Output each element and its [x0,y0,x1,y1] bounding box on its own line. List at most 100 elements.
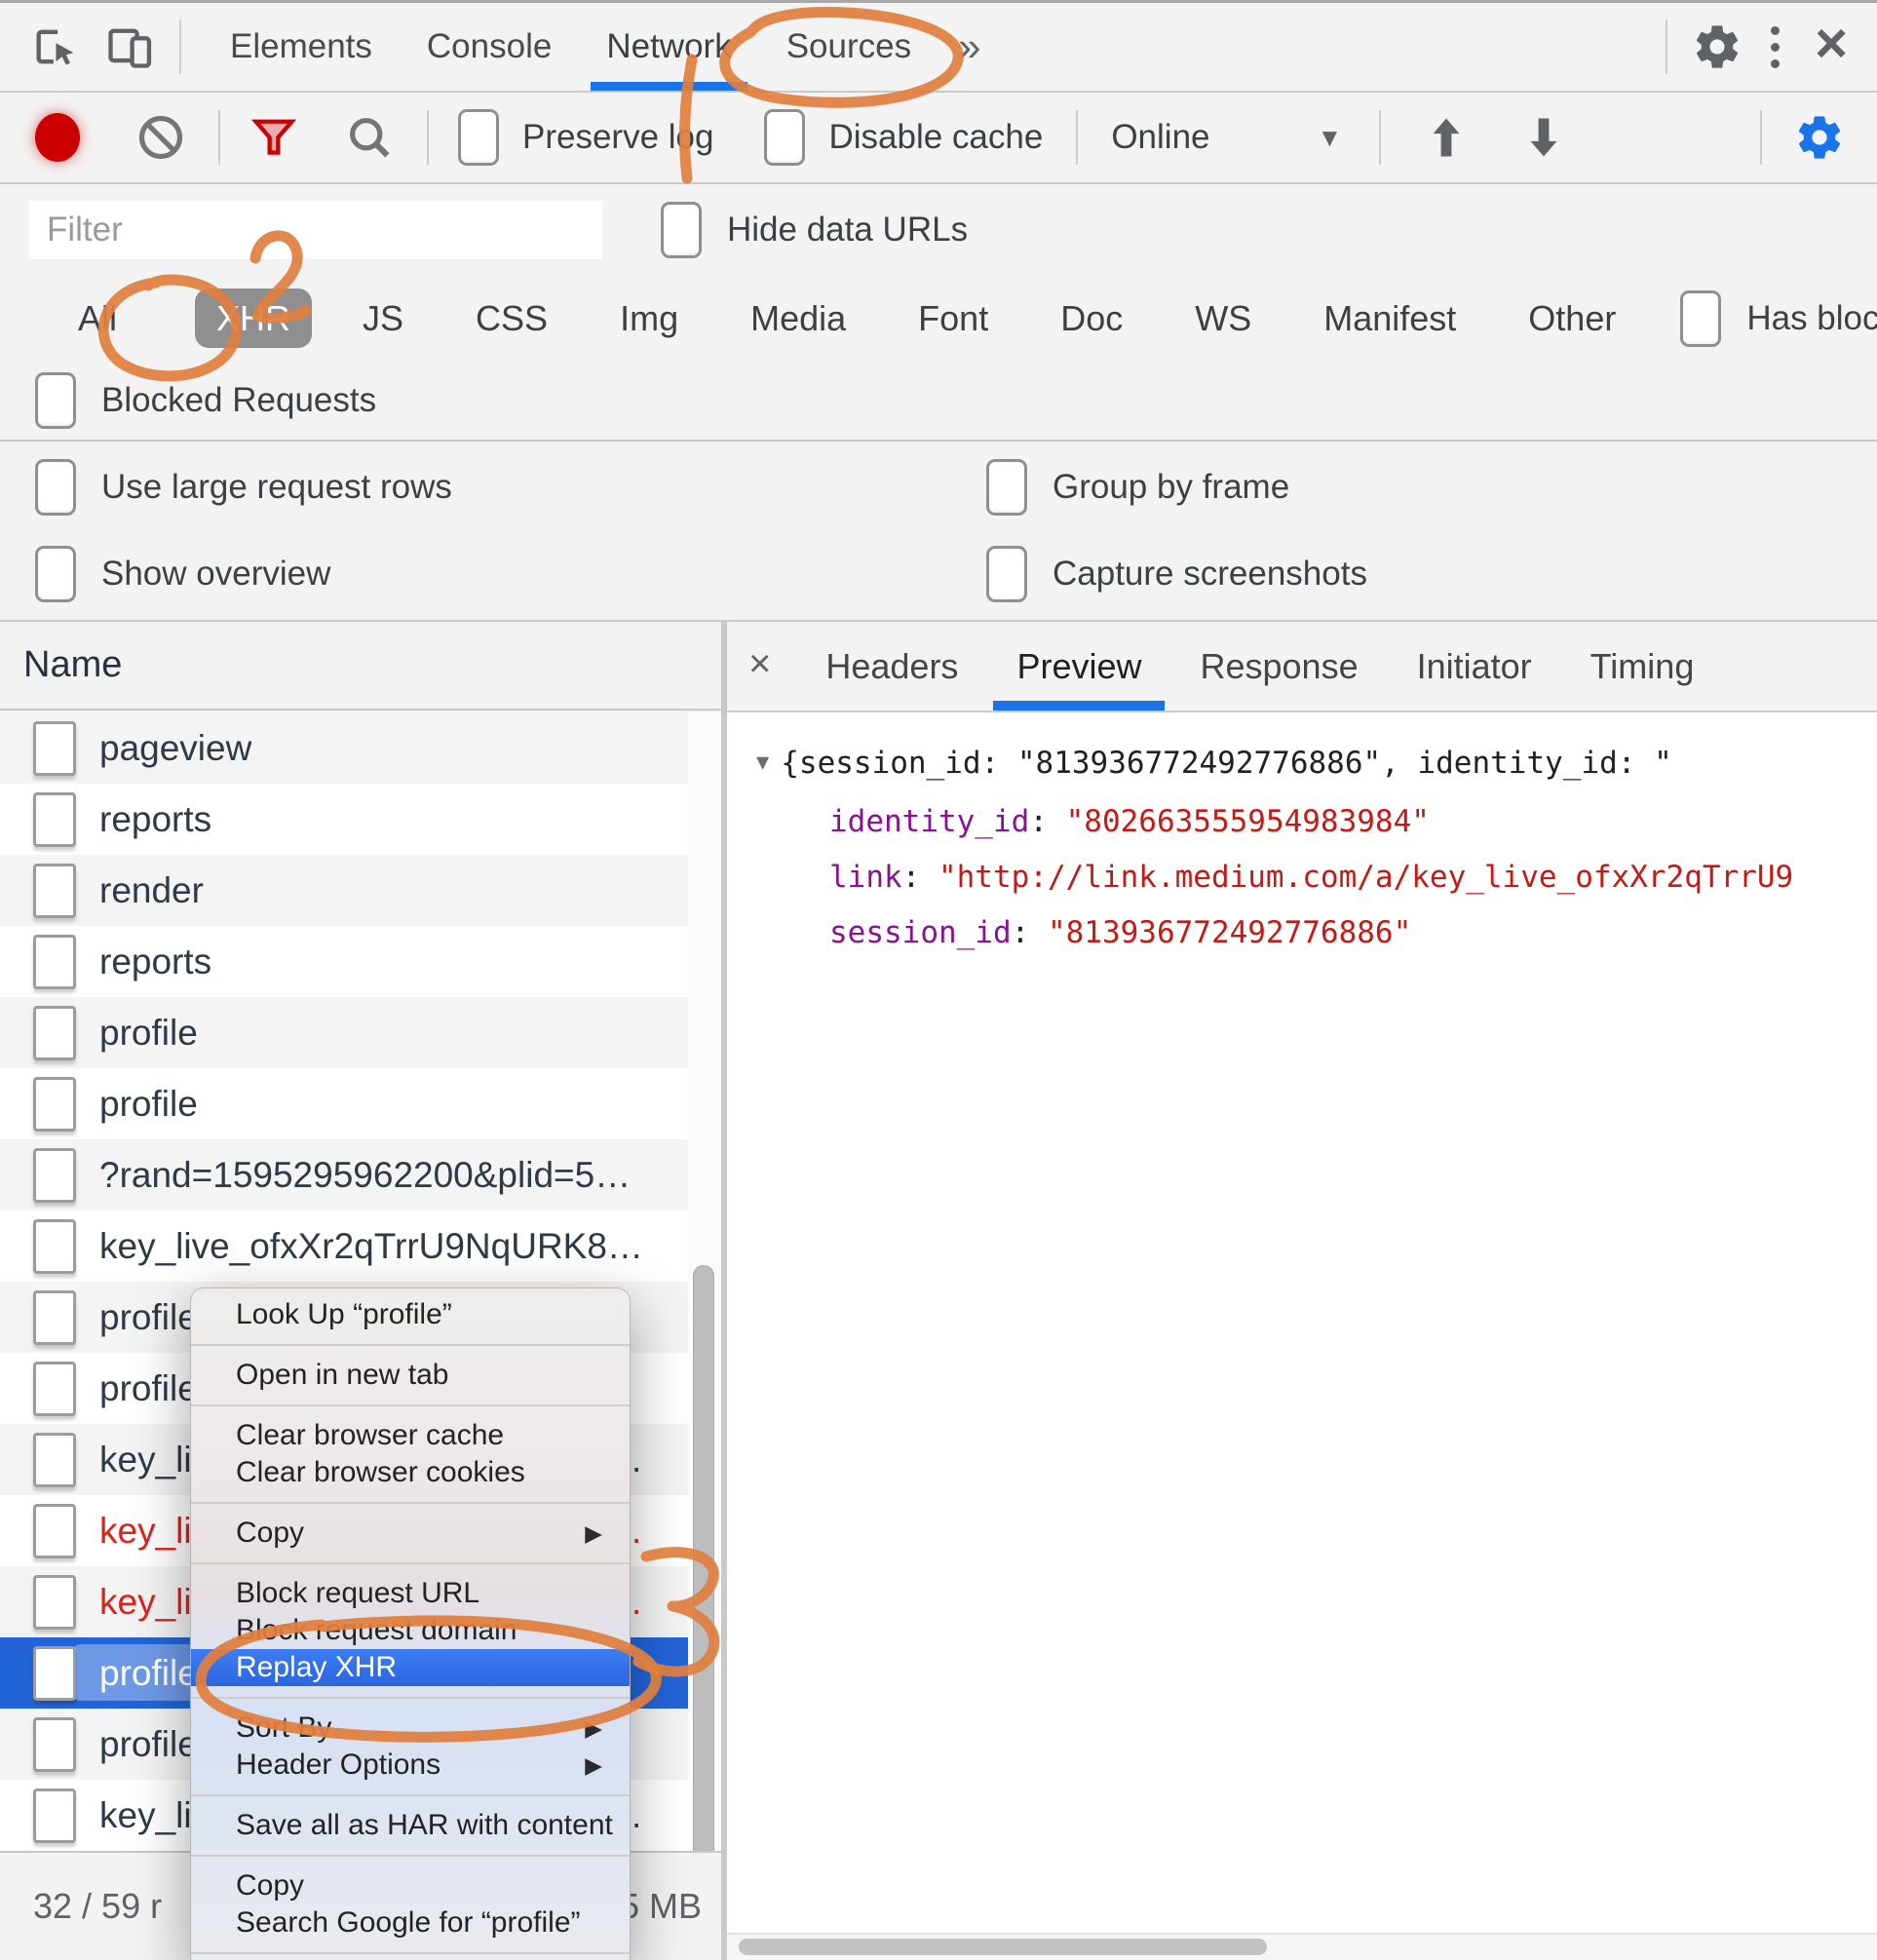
capture-screenshots-checkbox[interactable] [986,546,1027,602]
request-table-name-header[interactable]: Name [0,622,721,711]
network-settings-gear-icon[interactable] [1791,109,1848,166]
type-filter-js[interactable]: JS [341,288,425,348]
request-name: pageview [99,728,251,769]
table-row[interactable]: render [0,855,721,926]
close-detail-icon[interactable]: × [727,642,796,690]
devtools-settings-gear-icon[interactable] [1689,19,1745,75]
network-toolbar: Preserve log Disable cache Online ▼ [0,93,1877,184]
menu-item-sort-by[interactable]: Sort By▶ [191,1710,630,1747]
detail-tabs-bar: × HeadersPreviewResponseInitiatorTiming [727,622,1877,712]
json-key: link [829,860,902,895]
submenu-arrow-icon: ▶ [585,1520,602,1547]
table-row[interactable]: ?rand=1595295962200&plid=5… [0,1139,721,1211]
record-icon[interactable] [35,113,80,162]
resource-type-filters: All XHR JS CSS Img Media Font Doc WS Manifest Othe… [0,276,1877,362]
type-filter-css[interactable]: CSS [454,288,569,348]
menu-separator [191,1952,630,1954]
preview-hscrollbar-track[interactable] [727,1933,1877,1960]
document-icon [33,1077,76,1132]
disclosure-triangle-icon[interactable]: ▼ [756,735,769,790]
table-row[interactable]: reports [0,926,721,997]
type-filter-xhr[interactable]: XHR [195,288,312,348]
table-row[interactable]: profile [0,997,721,1068]
menu-item-block-request-url[interactable]: Block request URL [191,1575,630,1612]
table-row[interactable]: key_live_ofxXr2qTrrU9NqURK8… [0,1211,721,1282]
menu-item-label: Clear browser cookies [236,1456,525,1489]
menu-item-copy[interactable]: Copy▶ [191,1515,630,1552]
hide-data-urls-checkbox[interactable] [661,202,702,258]
tab-elements[interactable]: Elements [203,3,400,91]
json-value: "http://link.medium.com/a/key_live_ofxXr… [938,860,1793,895]
menu-item-label: Copy [236,1869,304,1902]
throttling-select[interactable]: Online [1111,118,1209,157]
show-overview-checkbox[interactable] [35,546,76,602]
detail-tab-timing[interactable]: Timing [1561,622,1724,711]
requests-count: 32 / 59 r [33,1886,162,1927]
type-filter-img[interactable]: Img [598,288,700,348]
close-devtools-icon[interactable]: × [1805,16,1877,78]
menu-item-save-all-as-har-with-content[interactable]: Save all as HAR with content [191,1807,630,1844]
tab-network[interactable]: Network [579,3,758,91]
menu-item-label: Sort By [236,1711,331,1745]
export-har-icon[interactable] [1515,109,1572,166]
menu-item-search-google-for-profile[interactable]: Search Google for “profile” [191,1904,630,1941]
detail-tab-initiator[interactable]: Initiator [1388,622,1561,711]
request-name: profile [99,1724,198,1765]
request-name: render [99,870,204,911]
filter-input[interactable] [29,201,602,259]
request-name: profile [99,1297,198,1338]
json-root-summary: {session_id: "813936772492776886", ident… [781,746,1672,781]
menu-item-clear-browser-cookies[interactable]: Clear browser cookies [191,1454,630,1491]
table-row[interactable]: pageview [0,712,721,784]
menu-item-replay-xhr[interactable]: Replay XHR [191,1649,630,1686]
request-list-scrollbar-thumb[interactable] [693,1265,714,1862]
blocked-requests-checkbox[interactable] [35,372,76,429]
more-tabs-icon[interactable]: » [938,23,1000,70]
menu-item-label: Clear browser cache [236,1419,504,1452]
more-options-icon[interactable] [1745,26,1805,68]
detail-tab-preview[interactable]: Preview [987,622,1170,711]
menu-item-look-up-profile[interactable]: Look Up “profile” [191,1296,630,1333]
search-icon[interactable] [341,109,398,166]
table-row[interactable]: reports [0,784,721,855]
disable-cache-checkbox[interactable] [764,109,805,166]
import-har-icon[interactable] [1418,109,1475,166]
tab-console[interactable]: Console [400,3,579,91]
preview-hscrollbar-thumb[interactable] [739,1939,1267,1955]
filter-funnel-icon[interactable] [246,109,302,166]
type-filter-doc[interactable]: Doc [1039,288,1144,348]
json-root-line[interactable]: ▼ {session_id: "813936772492776886", iden… [727,712,1877,794]
document-icon [33,1433,76,1487]
preserve-log-checkbox[interactable] [458,109,499,166]
type-filter-ws[interactable]: WS [1173,288,1273,348]
type-filter-manifest[interactable]: Manifest [1302,288,1477,348]
menu-item-clear-browser-cache[interactable]: Clear browser cache [191,1417,630,1454]
document-icon [33,721,76,776]
detail-tab-response[interactable]: Response [1170,622,1387,711]
device-toolbar-icon[interactable] [101,19,158,75]
group-by-frame-checkbox[interactable] [986,459,1027,516]
table-row[interactable]: profile [0,1068,721,1139]
document-icon [33,1646,76,1701]
clear-icon[interactable] [133,109,189,166]
menu-separator [191,1404,630,1406]
menu-item-open-in-new-tab[interactable]: Open in new tab [191,1357,630,1394]
request-name: reports [99,799,211,840]
type-filter-font[interactable]: Font [897,288,1010,348]
menu-separator [191,1697,630,1699]
type-filter-other[interactable]: Other [1507,288,1637,348]
menu-item-header-options[interactable]: Header Options▶ [191,1747,630,1784]
type-filter-all[interactable]: All [57,288,138,348]
inspect-element-icon[interactable] [27,19,84,75]
has-blocked-cookies-checkbox[interactable] [1680,290,1721,347]
menu-item-label: Header Options [236,1749,441,1782]
context-menu: Look Up “profile” Open in new tab Clear br… [190,1287,631,1960]
type-filter-media[interactable]: Media [729,288,867,348]
menu-item-block-request-domain[interactable]: Block request domain [191,1612,630,1649]
chevron-down-icon[interactable]: ▼ [1318,123,1343,153]
detail-tab-headers[interactable]: Headers [796,622,987,711]
use-large-request-rows-checkbox[interactable] [35,459,76,516]
tab-sources[interactable]: Sources [759,3,938,91]
document-icon [33,1717,76,1772]
menu-item-copy[interactable]: Copy [191,1867,630,1904]
